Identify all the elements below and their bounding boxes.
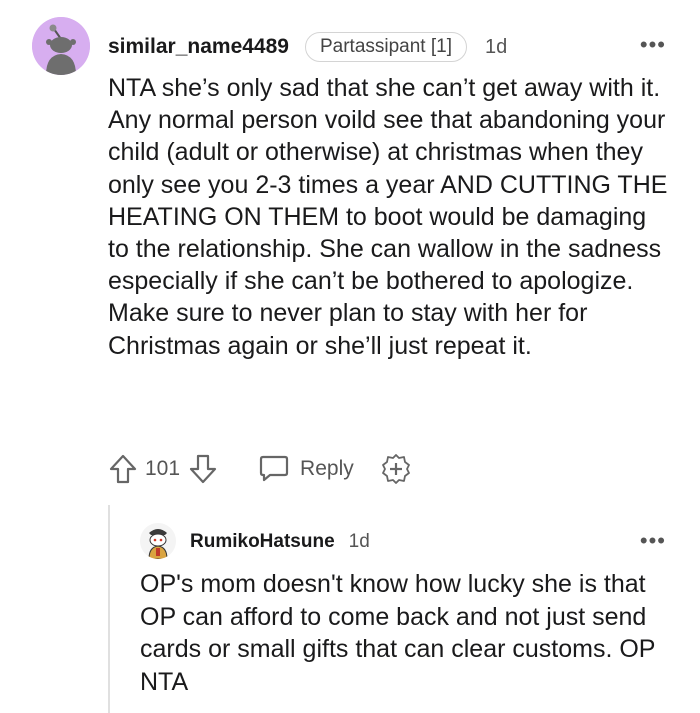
comment-actions: 101 Reply bbox=[108, 451, 412, 487]
reply-body: OP's mom doesn't know how lucky she is t… bbox=[140, 570, 656, 696]
more-options-button[interactable]: ••• bbox=[640, 34, 666, 56]
plus-award-icon[interactable] bbox=[380, 453, 412, 485]
speech-bubble-icon bbox=[258, 454, 290, 484]
downvote-arrow-icon[interactable] bbox=[188, 453, 218, 485]
avatar[interactable] bbox=[32, 17, 90, 75]
vote-count: 101 bbox=[145, 457, 181, 480]
comment-header: similar_name4489 Partassipant [1] 1d bbox=[108, 30, 507, 64]
reply-button[interactable]: Reply bbox=[258, 454, 354, 484]
more-options-button[interactable]: ••• bbox=[640, 530, 666, 552]
user-flair-badge: Partassipant [1] bbox=[304, 32, 467, 62]
timestamp[interactable]: 1d bbox=[349, 531, 370, 553]
username[interactable]: similar_name4489 bbox=[108, 35, 289, 59]
timestamp[interactable]: 1d bbox=[485, 36, 507, 59]
reply-header: RumikoHatsune 1d bbox=[190, 527, 370, 557]
comment-body: NTA she’s only sad that she can’t get aw… bbox=[108, 74, 668, 360]
upvote-arrow-icon[interactable] bbox=[108, 453, 138, 485]
snoo-avatar-icon bbox=[140, 523, 176, 559]
reply-label: Reply bbox=[300, 457, 354, 480]
username[interactable]: RumikoHatsune bbox=[190, 531, 335, 553]
avatar[interactable] bbox=[140, 523, 176, 559]
snoo-avatar-icon bbox=[32, 17, 90, 75]
thread-line[interactable] bbox=[108, 505, 110, 713]
